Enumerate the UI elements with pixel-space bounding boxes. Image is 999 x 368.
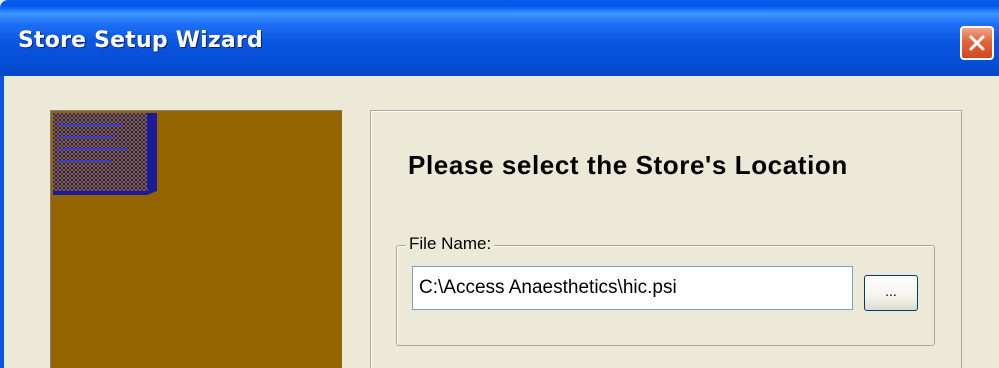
browse-button[interactable]: ... [864,275,918,311]
wizard-side-image [50,110,342,368]
store-book-icon [53,113,157,195]
file-path-input[interactable]: C:\Access Anaesthetics\hic.psi [412,266,853,310]
title-bar[interactable]: Store Setup Wizard [0,0,999,76]
close-icon [969,35,985,51]
window-title: Store Setup Wizard [18,28,263,53]
close-button[interactable] [960,26,994,60]
window-left-border [0,76,4,368]
page-heading: Please select the Store's Location [408,150,848,180]
wizard-window: Store Setup Wizard Please select the Sto… [0,0,999,368]
file-name-label: File Name: [406,234,495,254]
